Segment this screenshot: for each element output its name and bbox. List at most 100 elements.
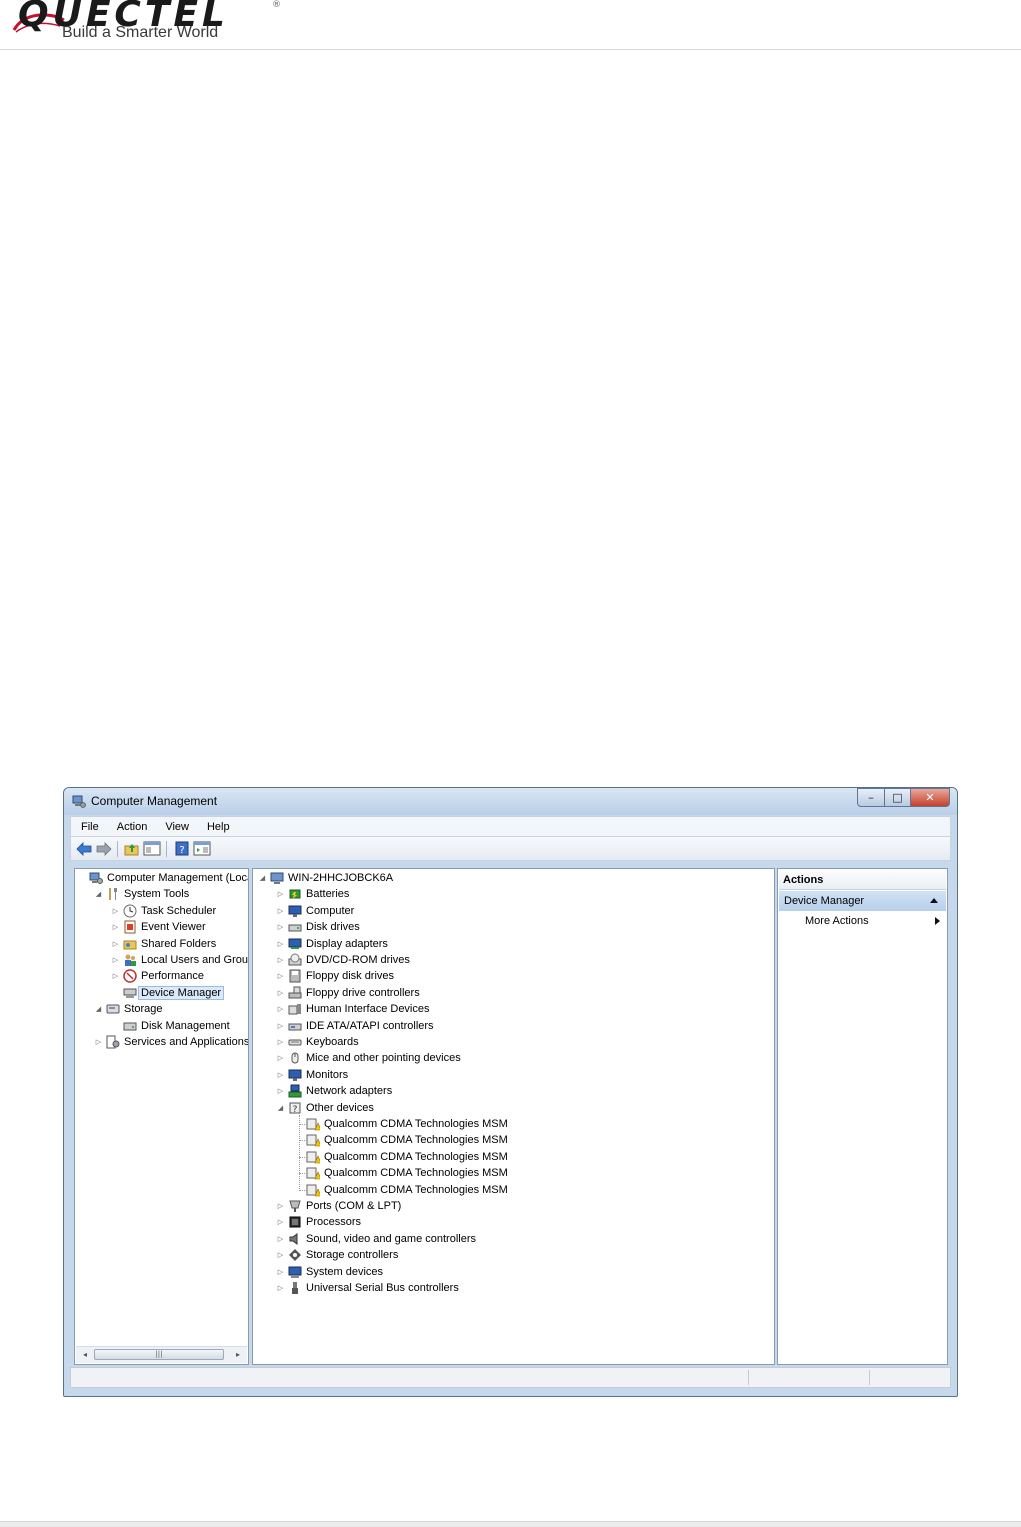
expand-arrow-icon[interactable]: ▷ xyxy=(111,972,120,980)
device-tree-item[interactable]: ▷ Human Interface Devices xyxy=(276,1001,430,1017)
expand-arrow-icon[interactable]: ▷ xyxy=(94,1038,103,1046)
expand-arrow-icon[interactable]: ▷ xyxy=(276,923,285,931)
console-tree-item[interactable]: Computer Management (Local xyxy=(77,870,249,886)
maximize-button[interactable]: □ xyxy=(884,788,911,807)
title-bar[interactable]: Computer Management – □ ✕ xyxy=(64,788,957,815)
close-button[interactable]: ✕ xyxy=(910,788,950,807)
services-icon xyxy=(106,1035,120,1049)
menu-action[interactable]: Action xyxy=(107,821,156,833)
tree-item-label: Ports (COM & LPT) xyxy=(306,1200,402,1212)
help-icon[interactable]: ? xyxy=(173,840,191,857)
collapse-up-icon[interactable] xyxy=(930,898,938,903)
device-tree-item[interactable]: ▷ Batteries xyxy=(276,886,350,902)
expand-arrow-icon[interactable]: ▷ xyxy=(276,1071,285,1079)
status-divider xyxy=(748,1370,749,1385)
scroll-left-icon[interactable]: ◂ xyxy=(79,1349,91,1361)
device-tree-item[interactable]: ▷ Floppy drive controllers xyxy=(276,985,420,1001)
expand-arrow-icon[interactable]: ▷ xyxy=(111,940,120,948)
device-tree-item[interactable]: ◢? Other devices xyxy=(276,1100,374,1116)
tree-item-label: Network adapters xyxy=(306,1085,393,1098)
expand-arrow-icon[interactable]: ▷ xyxy=(276,1054,285,1062)
tree-item-label: Disk Management xyxy=(141,1019,230,1032)
device-tree-item[interactable]: Qualcomm CDMA Technologies MSM xyxy=(294,1132,508,1148)
expand-arrow-icon[interactable]: ▷ xyxy=(276,1218,285,1226)
show-hide-console-tree-icon[interactable] xyxy=(143,840,161,857)
scroll-thumb[interactable]: ||| xyxy=(94,1349,224,1360)
processor-icon xyxy=(288,1215,302,1229)
device-tree-item[interactable]: ▷ Universal Serial Bus controllers xyxy=(276,1280,459,1296)
device-tree-item[interactable]: ▷ Mice and other pointing devices xyxy=(276,1050,461,1066)
console-tree-item[interactable]: ▷ Performance xyxy=(111,968,204,984)
collapse-arrow-icon[interactable]: ◢ xyxy=(94,1005,103,1013)
system-device-icon xyxy=(288,1265,302,1279)
device-tree-item[interactable]: ▷ IDE ATA/ATAPI controllers xyxy=(276,1018,434,1034)
expand-arrow-icon[interactable]: ▷ xyxy=(276,1268,285,1276)
expand-arrow-icon[interactable]: ▷ xyxy=(276,1038,285,1046)
tree-item-label: Computer Management (Local xyxy=(107,872,249,884)
device-tree-item[interactable]: Qualcomm CDMA Technologies MSM xyxy=(294,1149,508,1165)
show-hide-action-pane-icon[interactable] xyxy=(193,840,211,857)
minimize-button[interactable]: – xyxy=(857,788,885,807)
battery-icon xyxy=(288,887,302,901)
console-tree-item[interactable]: ▷ Task Scheduler xyxy=(111,903,216,919)
menu-view[interactable]: View xyxy=(155,821,197,833)
console-tree-item[interactable]: ▷ Local Users and Groups xyxy=(111,952,248,968)
expand-arrow-icon[interactable]: ▷ xyxy=(276,1235,285,1243)
expand-arrow-icon[interactable]: ▷ xyxy=(276,907,285,915)
expand-arrow-icon[interactable]: ▷ xyxy=(276,1251,285,1259)
expand-arrow-icon[interactable]: ▷ xyxy=(276,890,285,898)
device-tree-item[interactable]: ▷ Monitors xyxy=(276,1067,348,1083)
expand-arrow-icon[interactable]: ▷ xyxy=(276,1284,285,1292)
device-tree-item[interactable]: ▷ Keyboards xyxy=(276,1034,359,1050)
menu-help[interactable]: Help xyxy=(197,821,238,833)
expand-arrow-icon[interactable]: ▷ xyxy=(276,956,285,964)
tree-item-label: Processors xyxy=(306,1216,362,1229)
expand-arrow-icon[interactable]: ▷ xyxy=(111,956,120,964)
device-tree-item[interactable]: Qualcomm CDMA Technologies MSM xyxy=(294,1182,508,1198)
window-title: Computer Management xyxy=(91,794,218,808)
console-tree-item[interactable]: ▷ Services and Applications xyxy=(94,1034,248,1050)
scroll-right-icon[interactable]: ▸ xyxy=(232,1349,244,1361)
horizontal-scrollbar[interactable]: ◂ ||| ▸ xyxy=(76,1346,247,1363)
device-tree-item[interactable]: Qualcomm CDMA Technologies MSM xyxy=(294,1165,508,1181)
device-tree-item[interactable]: ▷ Storage controllers xyxy=(276,1247,398,1263)
console-tree-item[interactable]: ▷ Shared Folders xyxy=(111,936,216,952)
device-tree-item[interactable]: ▷ Sound, video and game controllers xyxy=(276,1231,476,1247)
more-actions-link[interactable]: More Actions xyxy=(805,915,869,927)
expand-arrow-icon[interactable]: ▷ xyxy=(111,907,120,915)
expand-arrow-icon[interactable]: ▷ xyxy=(276,1022,285,1030)
collapse-arrow-icon[interactable]: ◢ xyxy=(94,890,103,898)
device-tree-item[interactable]: ▷ Disk drives xyxy=(276,919,360,935)
device-tree-item[interactable]: ▷ Network adapters xyxy=(276,1083,392,1099)
expand-arrow-icon[interactable]: ▷ xyxy=(276,1202,285,1210)
device-tree-item[interactable]: ◢ WIN-2HHCJOBCK6A xyxy=(258,870,393,886)
back-arrow-icon[interactable] xyxy=(75,840,93,857)
up-folder-icon[interactable] xyxy=(123,840,141,857)
console-tree-item[interactable]: ▷ Event Viewer xyxy=(111,919,206,935)
expand-arrow-icon[interactable]: ▷ xyxy=(111,923,120,931)
monitor-icon xyxy=(288,1068,302,1082)
device-tree-item[interactable]: ▷ System devices xyxy=(276,1264,383,1280)
device-tree-item[interactable]: ▷ Computer xyxy=(276,903,354,919)
expand-arrow-icon[interactable]: ▷ xyxy=(276,1005,285,1013)
device-tree-item[interactable]: Qualcomm CDMA Technologies MSM xyxy=(294,1116,508,1132)
actions-device-manager-section[interactable]: Device Manager xyxy=(779,891,946,911)
expand-arrow-icon[interactable]: ▷ xyxy=(276,989,285,997)
device-tree-item[interactable]: ▷ Ports (COM & LPT) xyxy=(276,1198,401,1214)
forward-arrow-icon[interactable] xyxy=(95,840,113,857)
device-tree-item[interactable]: ▷ Display adapters xyxy=(276,936,388,952)
expand-arrow-icon[interactable]: ▷ xyxy=(276,940,285,948)
collapse-arrow-icon[interactable]: ◢ xyxy=(258,874,267,882)
menu-file[interactable]: File xyxy=(71,821,107,833)
device-tree-item[interactable]: ▷ DVD/CD-ROM drives xyxy=(276,952,410,968)
console-tree-item[interactable]: Device Manager xyxy=(111,985,225,1001)
expand-arrow-icon[interactable]: ▷ xyxy=(276,1087,285,1095)
device-tree-item[interactable]: ▷ Floppy disk drives xyxy=(276,968,394,984)
console-tree-item[interactable]: ◢ System Tools xyxy=(94,886,189,902)
collapse-arrow-icon[interactable]: ◢ xyxy=(276,1104,285,1112)
expand-arrow-icon[interactable]: ▷ xyxy=(276,972,285,980)
console-tree-item[interactable]: Disk Management xyxy=(111,1018,230,1034)
console-tree-item[interactable]: ◢ Storage xyxy=(94,1001,163,1017)
device-tree-item[interactable]: ▷ Processors xyxy=(276,1214,361,1230)
svg-text:?: ? xyxy=(179,845,184,856)
